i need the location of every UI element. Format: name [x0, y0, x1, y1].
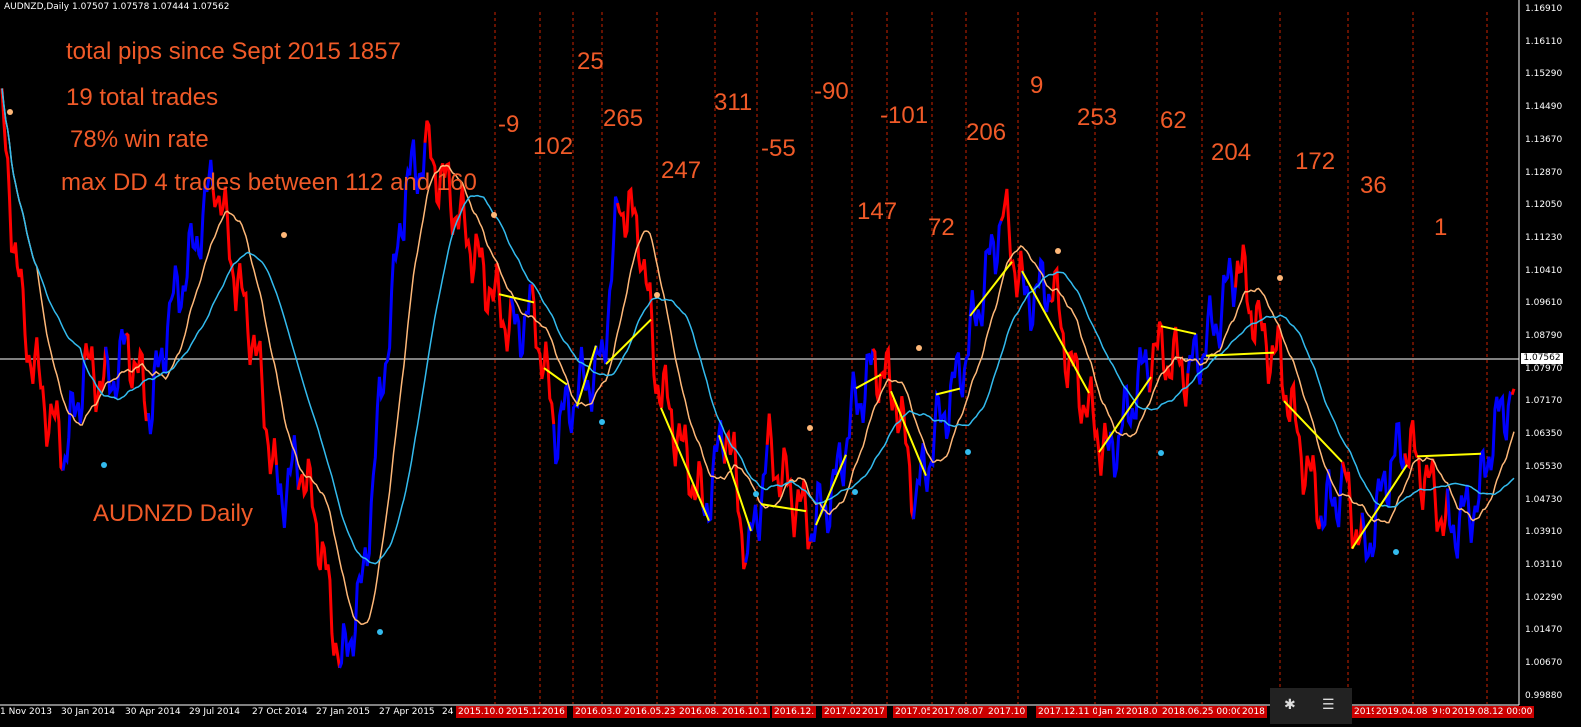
- y-tick-label: 1.04730: [1525, 495, 1563, 505]
- y-tick-label: 1.03910: [1525, 527, 1563, 537]
- x-tick-label: 24: [442, 707, 454, 717]
- y-tick-label: 1.07970: [1525, 364, 1563, 374]
- signal-dot-10: [916, 345, 922, 351]
- price-segment-34: [1510, 388, 1516, 396]
- signal-dot-3: [377, 629, 383, 635]
- x-tick-highlighted: 2017.10: [986, 706, 1028, 718]
- signal-dot-12: [1055, 248, 1061, 254]
- x-tick-label: 27 Apr 2015: [379, 707, 435, 717]
- signal-dot-6: [654, 292, 660, 298]
- price-chart[interactable]: [0, 0, 1581, 727]
- trade-pips-label: 1: [1434, 214, 1448, 241]
- signal-dot-9: [852, 489, 858, 495]
- y-tick-label: 1.06350: [1525, 429, 1563, 439]
- x-tick-label: 30 Apr 2014: [125, 707, 181, 717]
- trade-pips-label: 206: [966, 119, 1007, 146]
- y-tick-label: 1.12870: [1525, 168, 1563, 178]
- x-tick-highlighted: 2016.12.: [772, 706, 817, 718]
- total-pips-annotation: total pips since Sept 2015 1857: [66, 38, 401, 65]
- win-rate-annotation: 78% win rate: [70, 126, 209, 153]
- bluetooth-icon[interactable]: ✱: [1284, 696, 1296, 713]
- x-tick-highlighted: 2019.04.08 00:00: [1374, 706, 1459, 718]
- x-tick-highlighted: 9: [1430, 706, 1440, 718]
- trade-pips-label: -90: [814, 78, 849, 105]
- trade-pips-label: 72: [928, 214, 955, 241]
- x-tick-highlighted: 2016.10.1: [720, 706, 770, 718]
- y-tick-label: 1.10410: [1525, 266, 1563, 276]
- y-tick-label: 1.00670: [1525, 658, 1563, 668]
- x-tick-highlighted: 2018: [1240, 706, 1267, 718]
- signal-dot-1: [101, 462, 107, 468]
- x-tick-highlighted: 2016.03.07: [573, 706, 629, 718]
- trade-pips-label: 311: [714, 89, 753, 116]
- trade-pips-label: 102: [533, 133, 574, 160]
- y-tick-label: 1.15290: [1525, 69, 1563, 79]
- x-tick-label: 27 Oct 2014: [252, 707, 308, 717]
- trade-pips-label: -55: [761, 135, 796, 162]
- x-tick-label: 1 Nov 2013: [0, 707, 52, 717]
- taskbar-tray: ✱ ☰: [1270, 688, 1352, 724]
- y-tick-label: 1.01470: [1525, 625, 1563, 635]
- total-trades-annotation: 19 total trades: [66, 84, 219, 111]
- chart-name-annotation: AUDNZD Daily: [93, 500, 254, 527]
- signal-dot-14: [1277, 275, 1283, 281]
- trade-pips-label: 253: [1077, 104, 1118, 131]
- signal-dot-2: [281, 232, 287, 238]
- signal-dot-7: [753, 491, 759, 497]
- x-tick-highlighted: 2018.0: [1124, 706, 1160, 718]
- y-tick-label: 0.99880: [1525, 691, 1563, 701]
- trade-pips-label: 62: [1160, 107, 1187, 134]
- trade-pips-label: 172: [1295, 148, 1336, 175]
- y-tick-label: 1.09610: [1525, 298, 1563, 308]
- x-tick-highlighted: 2016: [540, 706, 567, 718]
- y-tick-label: 1.13670: [1525, 135, 1563, 145]
- action-center-icon[interactable]: ☰: [1322, 696, 1335, 713]
- y-tick-label: 1.16910: [1525, 4, 1563, 14]
- y-tick-label: 1.08790: [1525, 331, 1563, 341]
- signal-dot-11: [965, 449, 971, 455]
- x-tick-label: 30 Jan 2014: [61, 707, 115, 717]
- trade-pips-label: -101: [880, 102, 929, 129]
- y-tick-label: 1.02290: [1525, 593, 1563, 603]
- x-tick-highlighted: 2017.08.07: [930, 706, 986, 718]
- signal-dot-15: [1393, 549, 1399, 555]
- signal-dot-13: [1158, 450, 1164, 456]
- trade-pips-label: -9: [498, 111, 520, 138]
- x-tick-label: 29 Jul 2014: [189, 707, 240, 717]
- trade-pips-label: 204: [1211, 139, 1252, 166]
- y-tick-label: 1.07170: [1525, 396, 1563, 406]
- trade-pips-label: 247: [661, 157, 702, 184]
- trade-pips-label: 9: [1030, 72, 1044, 99]
- last-price-label: 1.07562: [1521, 353, 1563, 364]
- chart-background: [0, 0, 1581, 727]
- x-tick-highlighted: 2019.08.12 00:00: [1450, 706, 1535, 718]
- signal-dot-0: [7, 109, 13, 115]
- signal-dot-8: [807, 425, 813, 431]
- x-tick-highlighted: 2017: [860, 706, 887, 718]
- x-tick-highlighted: 2016.08.: [677, 706, 722, 718]
- y-tick-label: 1.16110: [1525, 37, 1563, 47]
- chart-header: AUDNZD,Daily 1.07507 1.07578 1.07444 1.0…: [4, 2, 230, 12]
- signal-dot-5: [599, 419, 605, 425]
- x-tick-highlighted: 2017.02: [822, 706, 864, 718]
- x-tick-highlighted: 2015.10.0: [456, 706, 506, 718]
- y-tick-label: 1.12050: [1525, 200, 1563, 210]
- trade-pips-label: 25: [577, 48, 604, 75]
- x-tick-highlighted: 2018.06.25 00:00: [1160, 706, 1245, 718]
- x-tick-label: 27 Jan 2015: [316, 707, 370, 717]
- y-tick-label: 1.03110: [1525, 560, 1563, 570]
- y-tick-label: 1.14490: [1525, 102, 1563, 112]
- trade-pips-label: 265: [603, 105, 644, 132]
- max-dd-annotation: max DD 4 trades between 112 and 160: [61, 169, 477, 196]
- trade-pips-label: 36: [1360, 172, 1387, 199]
- signal-dot-4: [491, 212, 497, 218]
- y-tick-label: 1.11230: [1525, 233, 1563, 243]
- y-tick-label: 1.05530: [1525, 462, 1563, 472]
- trade-pips-label: 147: [857, 198, 898, 225]
